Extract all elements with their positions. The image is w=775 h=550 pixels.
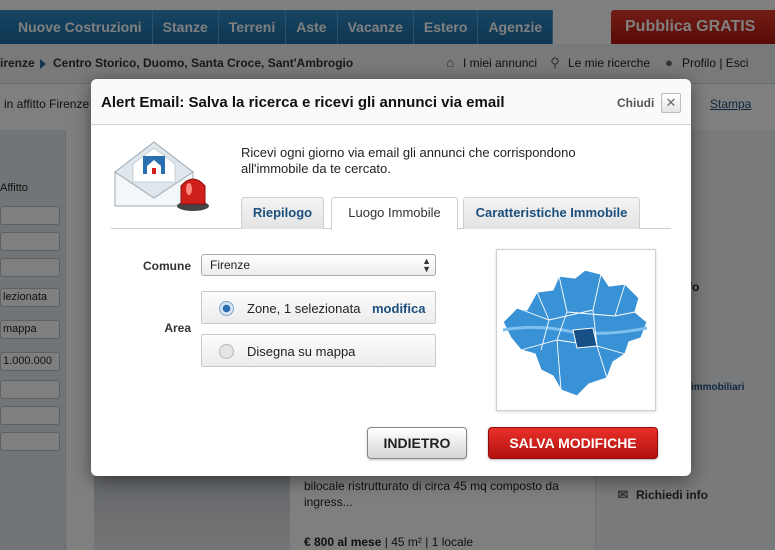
area-option-zones[interactable]: Zone, 1 selezionata modifica	[201, 291, 436, 324]
radio-selected-icon[interactable]	[219, 301, 234, 316]
dialog-tabs: Riepilogo Luogo Immobile Caratteristiche…	[111, 197, 671, 230]
area-option-zones-label: Zone, 1 selezionata	[247, 301, 361, 316]
area-option-draw-map[interactable]: Disegna su mappa	[201, 334, 436, 367]
save-changes-button[interactable]: SALVA MODIFICHE	[488, 427, 658, 459]
dialog-title: Alert Email: Salva la ricerca e ricevi g…	[101, 94, 505, 111]
select-arrows-icon: ▲ ▼	[422, 256, 431, 274]
area-label: Area	[164, 321, 191, 335]
florence-map-icon	[502, 269, 648, 397]
email-alert-dialog: Alert Email: Salva la ricerca e ricevi g…	[91, 79, 691, 476]
tab-luogo-immobile[interactable]: Luogo Immobile	[331, 197, 458, 230]
tab-riepilogo[interactable]: Riepilogo	[241, 197, 324, 229]
dialog-intro-text: Ricevi ogni giorno via email gli annunci…	[241, 145, 576, 176]
zone-map[interactable]	[496, 249, 656, 411]
modify-zones-link[interactable]: modifica	[372, 301, 425, 316]
tab-caratteristiche-immobile[interactable]: Caratteristiche Immobile	[463, 197, 640, 229]
close-icon[interactable]: ✕	[661, 93, 681, 113]
dialog-header: Alert Email: Salva la ricerca e ricevi g…	[91, 79, 691, 125]
radio-unselected-icon[interactable]	[219, 344, 234, 359]
close-label[interactable]: Chiudi	[617, 96, 654, 110]
comune-label: Comune	[143, 259, 191, 273]
comune-select-value: Firenze	[210, 258, 251, 272]
area-option-draw-map-label: Disegna su mappa	[247, 344, 356, 359]
comune-select[interactable]: Firenze ▲ ▼	[201, 254, 436, 276]
back-button[interactable]: INDIETRO	[367, 427, 467, 459]
